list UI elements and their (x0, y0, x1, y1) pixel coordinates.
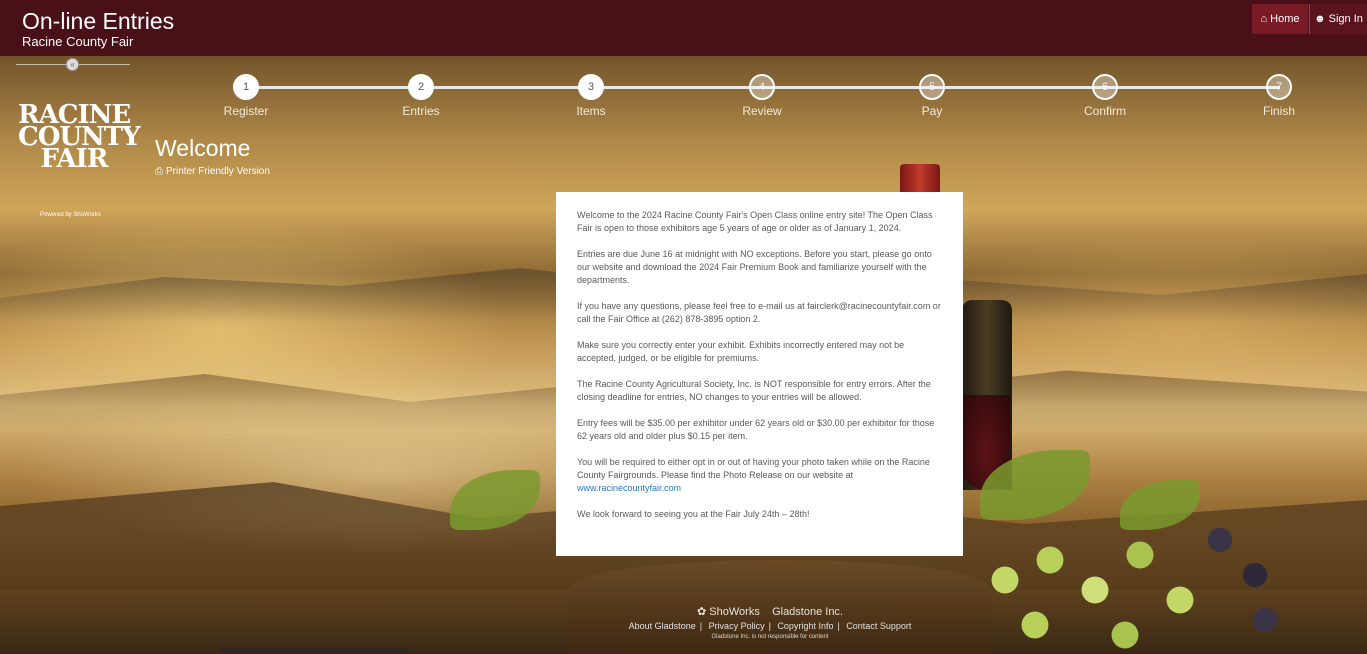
step-label: Register (223, 104, 269, 118)
responsibility-paragraph: The Racine County Agricultural Society, … (577, 379, 931, 402)
background-leaf (450, 470, 540, 530)
printer-friendly-label: Printer Friendly Version (166, 166, 270, 177)
step-confirm[interactable]: 6 Confirm (1065, 74, 1145, 118)
page-title: Welcome (155, 135, 251, 161)
step-items[interactable]: 3 Items (551, 74, 631, 118)
photo-paragraph: You will be required to either opt in or… (577, 456, 943, 495)
bottom-overlay-bar (220, 648, 410, 654)
step-label: Pay (921, 104, 943, 118)
step-label: Finish (1262, 104, 1295, 118)
contact-paragraph: If you have any questions, please feel f… (577, 301, 941, 324)
step-register[interactable]: 1 Register (206, 74, 286, 118)
step-number: 6 (1092, 74, 1118, 100)
sidebar-toggle-button[interactable]: « (66, 58, 79, 71)
fair-logo: RACINE COUNTY FAIR (18, 102, 141, 172)
step-review[interactable]: 4 Review (722, 74, 802, 118)
footer: ✿ ShoWorks Gladstone Inc. About Gladston… (560, 605, 980, 640)
step-label: Items (576, 104, 606, 118)
step-number: 1 (233, 74, 259, 100)
step-number: 2 (408, 74, 434, 100)
home-button[interactable]: ⌂ Home (1252, 4, 1308, 34)
photo-paragraph-text: You will be required to either opt in or… (577, 457, 930, 480)
step-label: Entries (402, 104, 440, 118)
home-label: Home (1270, 13, 1300, 25)
sign-in-button[interactable]: ☻ Sign In (1309, 4, 1367, 34)
footer-disclaimer: Gladstone Inc. is not responsible for co… (711, 634, 829, 640)
home-icon: ⌂ (1260, 13, 1268, 25)
step-number: 4 (749, 74, 775, 100)
footer-link-support[interactable]: Contact Support (846, 621, 911, 631)
footer-links: About Gladstone | Privacy Policy | Copyrig… (628, 621, 912, 631)
powered-by: Powered by ShoWorks (40, 212, 101, 218)
welcome-paragraph: Welcome to the 2024 Racine County Fair's… (577, 210, 933, 233)
app-title: On-line Entries (22, 8, 175, 34)
welcome-message-panel: Welcome to the 2024 Racine County Fair's… (556, 192, 963, 556)
printer-icon: ⎙ (155, 166, 163, 177)
closing-paragraph: We look forward to seeing you at the Fai… (577, 509, 810, 519)
footer-link-copyright[interactable]: Copyright Info (777, 621, 833, 631)
app-subtitle: Racine County Fair (22, 34, 134, 49)
sign-in-label: Sign In (1328, 13, 1363, 25)
step-number: 5 (919, 74, 945, 100)
footer-brand-name: ShoWorks (709, 606, 760, 618)
user-icon: ☻ (1314, 13, 1326, 25)
step-number: 7 (1266, 74, 1292, 100)
step-label: Confirm (1083, 104, 1126, 118)
chevron-left-icon: « (70, 60, 75, 69)
printer-friendly-link[interactable]: ⎙ Printer Friendly Version (155, 166, 270, 177)
step-label: Review (742, 104, 782, 118)
showorks-logo-icon: ✿ (697, 606, 707, 618)
step-finish[interactable]: 7 Finish (1239, 74, 1319, 118)
fees-paragraph: Entry fees will be $35.00 per exhibitor … (577, 418, 935, 441)
step-number: 3 (578, 74, 604, 100)
footer-link-about[interactable]: About Gladstone (629, 621, 696, 631)
background-bottle-cap (900, 164, 940, 194)
top-header: On-line Entries Racine County Fair ⌂ Hom… (0, 0, 1367, 56)
deadline-paragraph: Entries are due June 16 at midnight with… (577, 249, 932, 285)
footer-brand: ✿ ShoWorks Gladstone Inc. (560, 605, 980, 618)
step-pay[interactable]: 5 Pay (892, 74, 972, 118)
website-link[interactable]: www.racinecountyfair.com (577, 483, 681, 493)
footer-company: Gladstone Inc. (772, 606, 843, 618)
footer-link-privacy[interactable]: Privacy Policy (709, 621, 765, 631)
step-entries[interactable]: 2 Entries (381, 74, 461, 118)
accuracy-paragraph: Make sure you correctly enter your exhib… (577, 340, 905, 363)
